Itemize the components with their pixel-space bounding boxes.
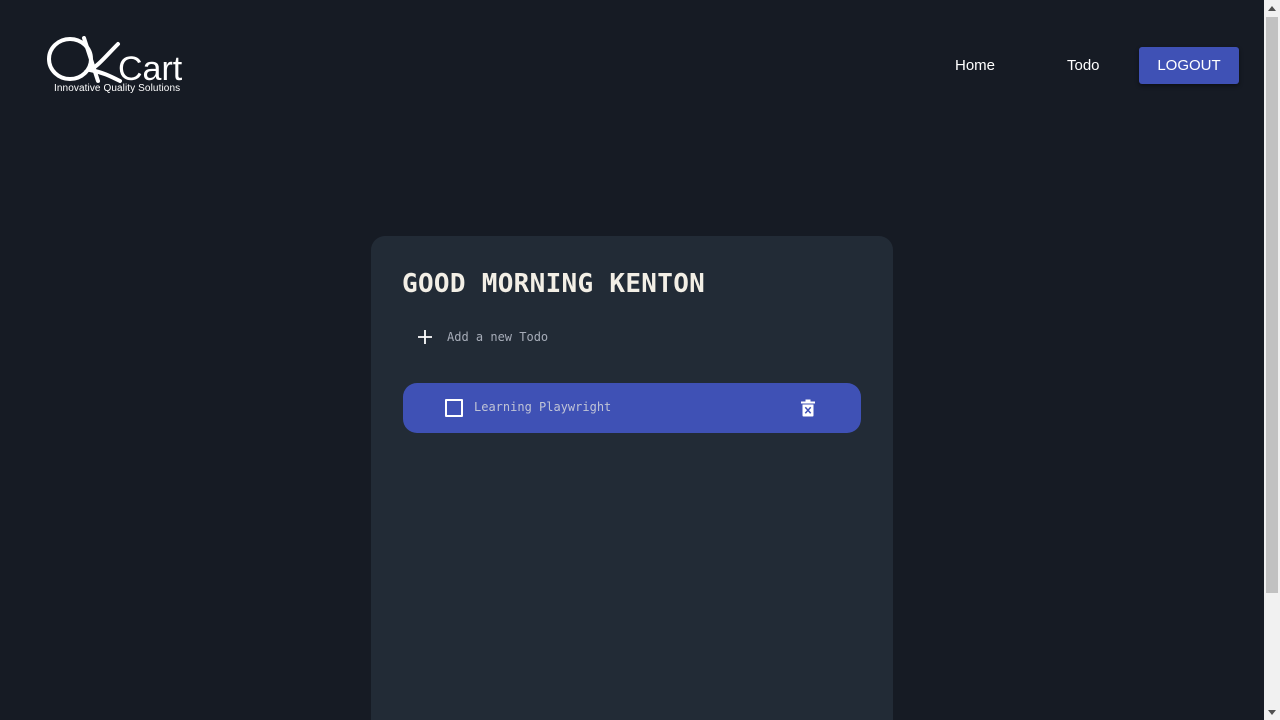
greeting-heading: GOOD MORNING KENTON <box>402 269 706 299</box>
scroll-up-arrow-icon[interactable] <box>1264 0 1280 16</box>
todo-text: Learning Playwright <box>474 400 612 414</box>
todo-item: Learning Playwright <box>403 383 861 433</box>
delete-todo-button[interactable] <box>801 399 815 417</box>
logout-button[interactable]: LOGOUT <box>1139 47 1239 84</box>
add-todo-button[interactable]: Add a new Todo <box>415 326 548 348</box>
app-header: Cart Innovative Quality Solutions Home T… <box>0 0 1264 130</box>
todo-card: GOOD MORNING KENTON Add a new Todo Learn… <box>371 236 893 720</box>
nav-home-link[interactable]: Home <box>955 57 995 74</box>
logo[interactable]: Cart Innovative Quality Solutions <box>46 36 206 98</box>
add-todo-label: Add a new Todo <box>447 330 549 344</box>
plus-icon <box>418 330 432 344</box>
scroll-down-arrow-icon[interactable] <box>1264 704 1280 720</box>
trash-icon <box>801 399 815 417</box>
logo-mark-icon: Cart <box>47 36 183 88</box>
nav-todo-link[interactable]: Todo <box>1067 57 1100 74</box>
scrollbar-thumb[interactable] <box>1266 17 1278 593</box>
todo-checkbox[interactable] <box>445 399 463 417</box>
vertical-scrollbar[interactable] <box>1264 0 1280 720</box>
logo-tagline: Innovative Quality Solutions <box>54 83 181 94</box>
